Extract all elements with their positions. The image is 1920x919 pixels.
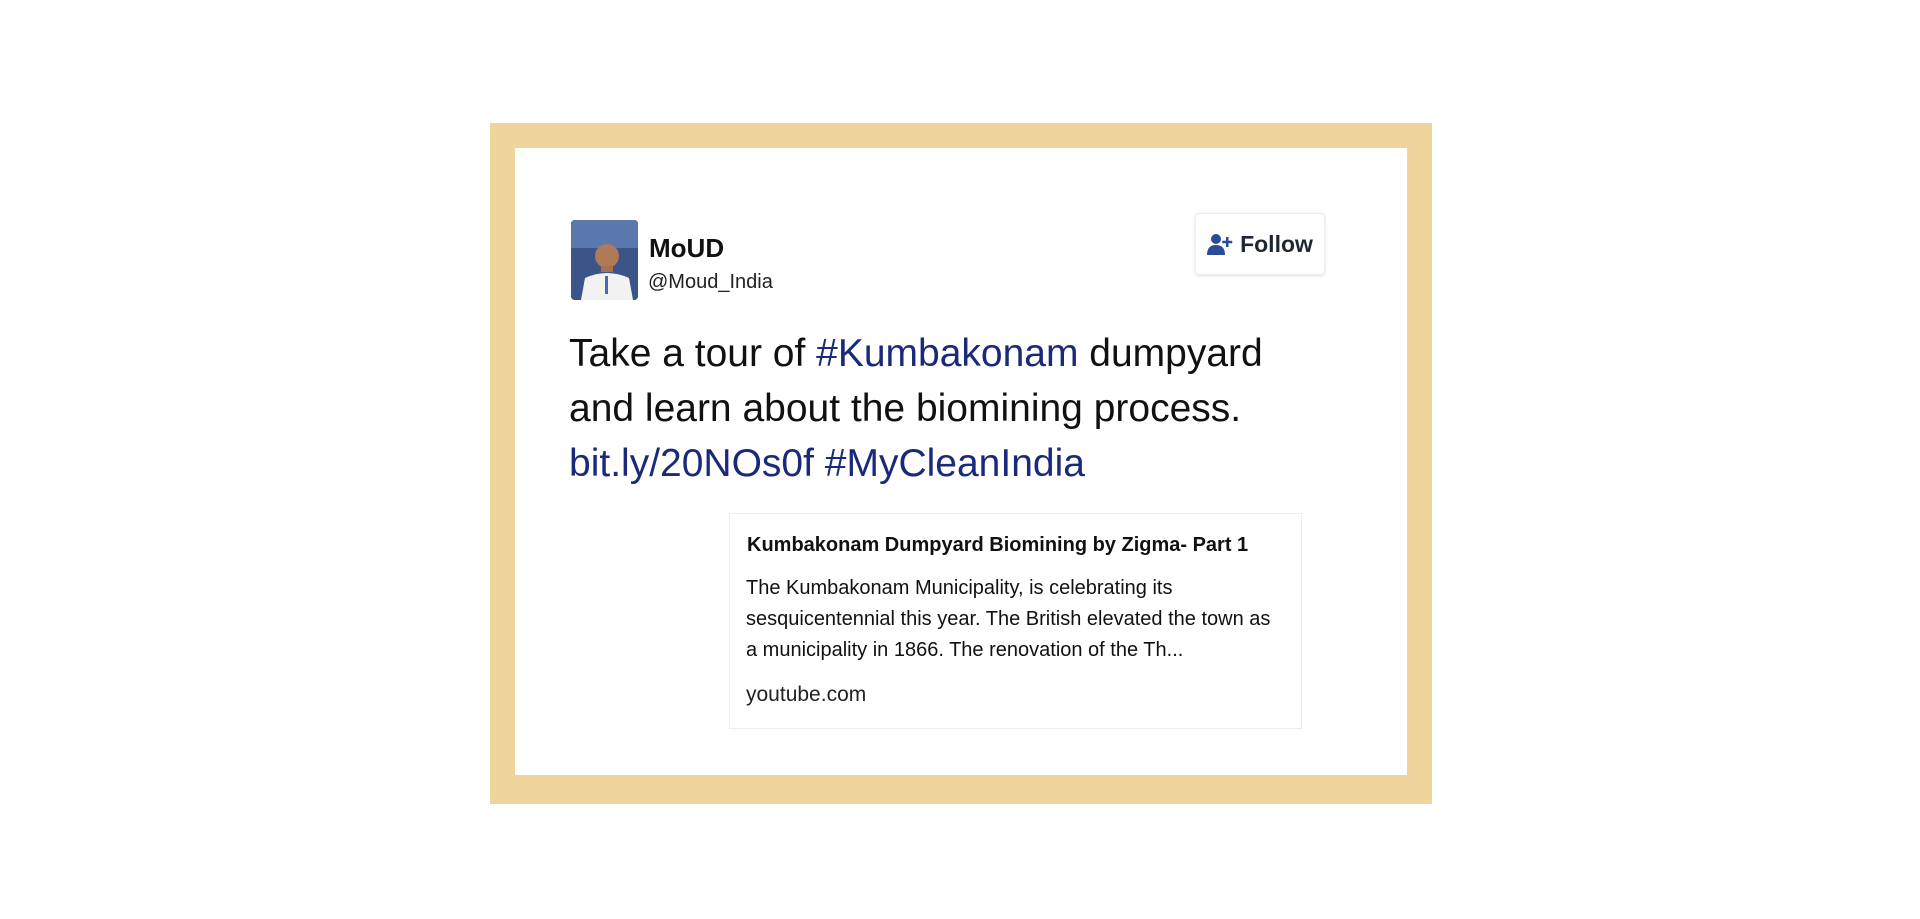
tweet-text-segment: Take a tour of bbox=[569, 332, 817, 375]
follow-label: Follow bbox=[1240, 230, 1313, 257]
tweet-text-segment bbox=[814, 442, 825, 485]
follow-button[interactable]: Follow bbox=[1195, 213, 1325, 275]
display-name[interactable]: MoUD bbox=[649, 233, 724, 264]
add-user-icon bbox=[1207, 234, 1233, 255]
preview-description: The Kumbakonam Municipality, is celebrat… bbox=[746, 577, 1271, 661]
tweet-text: Take a tour of #Kumbakonam dumpyard and … bbox=[569, 326, 1329, 491]
link-preview-card[interactable]: Kumbakonam Dumpyard Biomining by Zigma- … bbox=[729, 513, 1302, 729]
preview-title: Kumbakonam Dumpyard Biomining by Zigma- … bbox=[747, 534, 1249, 556]
user-handle[interactable]: @Moud_India bbox=[648, 271, 773, 294]
hashtag-link[interactable]: #MyCleanIndia bbox=[825, 442, 1085, 485]
hashtag-link[interactable]: #Kumbakonam bbox=[816, 332, 1078, 375]
avatar-photo-icon bbox=[571, 220, 638, 300]
preview-domain: youtube.com bbox=[746, 683, 867, 706]
photo-frame: MoUD @Moud_India Follow Take a tour of #… bbox=[490, 123, 1432, 804]
tweet-card: MoUD @Moud_India Follow Take a tour of #… bbox=[515, 148, 1407, 775]
url-link[interactable]: bit.ly/20NOs0f bbox=[569, 442, 814, 485]
avatar[interactable] bbox=[571, 220, 638, 300]
